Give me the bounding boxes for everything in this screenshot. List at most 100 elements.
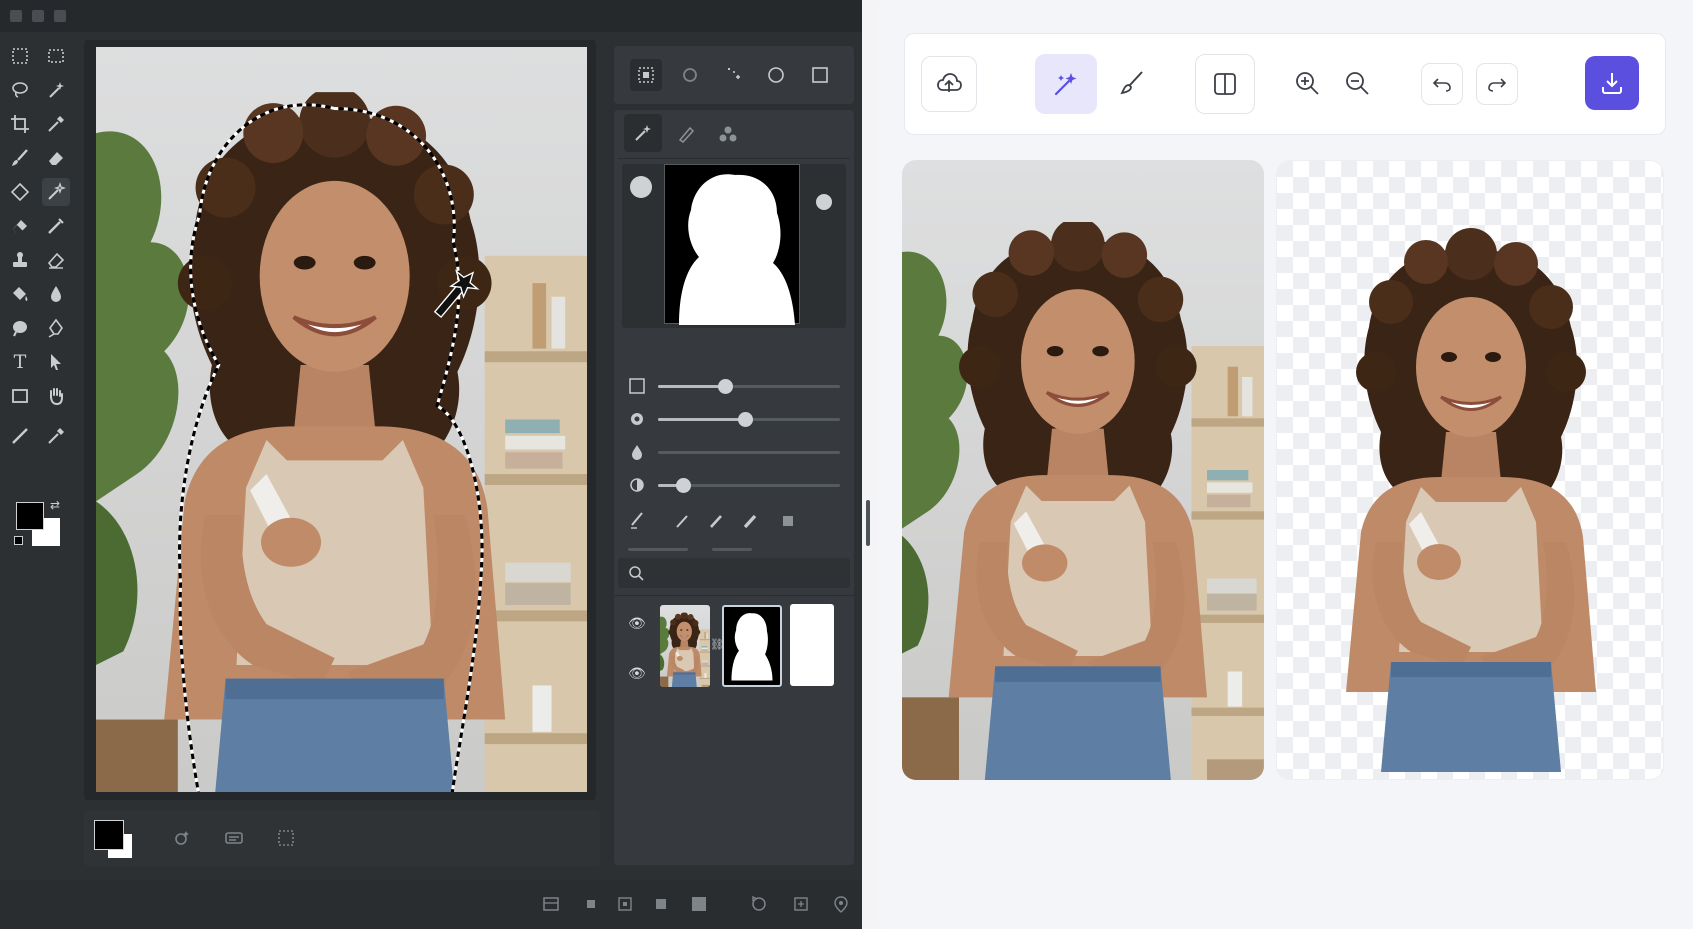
slider-feather[interactable] [628, 441, 840, 463]
zoom-out-button[interactable] [1328, 54, 1386, 112]
default-colors-icon[interactable] [14, 536, 23, 545]
brush-large-icon[interactable] [734, 505, 766, 537]
slider-track[interactable] [658, 379, 840, 394]
bg-eraser-icon[interactable] [42, 246, 70, 274]
window-maximize-button[interactable] [32, 10, 44, 22]
window-minimize-button[interactable] [10, 10, 22, 22]
smooth-icon [628, 410, 646, 428]
refine-sliders-panel [614, 356, 854, 518]
hand-icon[interactable] [42, 382, 70, 410]
lasso-icon[interactable] [6, 76, 34, 104]
wand-icon[interactable] [624, 114, 662, 152]
path-select-icon[interactable] [42, 348, 70, 376]
slider-thumb[interactable] [718, 379, 734, 394]
canvas-image[interactable] [96, 47, 587, 792]
result-image-panel[interactable] [1276, 160, 1664, 780]
color-swatches[interactable]: ⇄ [14, 498, 64, 550]
compare-button[interactable] [1195, 54, 1255, 114]
blur-icon[interactable] [6, 314, 34, 342]
mask-preview-panel [622, 164, 846, 328]
subject-icon[interactable] [712, 118, 744, 150]
refine-edge-icon[interactable] [218, 822, 250, 854]
stamp-icon[interactable] [6, 246, 34, 274]
mask-preview [664, 164, 800, 325]
eraser-alt-icon[interactable] [6, 212, 34, 240]
status-rotate-icon[interactable] [750, 895, 770, 915]
pen-icon[interactable] [42, 314, 70, 342]
magic-select-icon[interactable] [42, 178, 70, 206]
point-select-icon[interactable] [718, 59, 750, 91]
rect-marquee-icon[interactable] [6, 42, 34, 70]
color-sampler-icon[interactable] [42, 422, 70, 450]
mini-color-swatches[interactable] [94, 820, 132, 858]
ellipse-select-icon[interactable] [760, 59, 792, 91]
foreground-color[interactable] [16, 502, 44, 530]
brush-square-icon[interactable] [772, 505, 804, 537]
brush-icon[interactable] [6, 144, 34, 172]
brush-small-icon[interactable] [666, 505, 698, 537]
drop-icon[interactable] [42, 280, 70, 308]
slider-thumb[interactable] [738, 412, 754, 427]
edge-brush-icon[interactable] [622, 503, 654, 535]
rect-select-icon[interactable] [630, 59, 662, 91]
slider-track[interactable] [658, 412, 840, 427]
upload-button[interactable] [921, 56, 977, 112]
redo-button[interactable] [1476, 63, 1518, 105]
select-subject-icon[interactable] [166, 822, 198, 854]
layer-white-thumbnail[interactable] [790, 604, 834, 686]
lasso-select-icon[interactable] [674, 59, 706, 91]
status-small-square-icon[interactable] [582, 895, 602, 915]
crop-icon[interactable] [6, 110, 34, 138]
checkbox-icon[interactable] [628, 377, 646, 395]
slider-thumb[interactable] [676, 478, 692, 493]
refine-brush-icon[interactable] [670, 118, 702, 150]
slider-track[interactable] [658, 451, 840, 454]
slider-contrast[interactable] [628, 474, 840, 496]
type-tool-icon[interactable]: T [6, 348, 34, 376]
layer-visibility-eye-icon[interactable]: 👁 [628, 616, 646, 632]
eyedropper-icon[interactable] [42, 110, 70, 138]
paint-bucket-icon[interactable] [6, 280, 34, 308]
marquee-icon[interactable] [42, 42, 70, 70]
line-icon[interactable] [6, 422, 34, 450]
layers-search-box[interactable] [618, 558, 850, 588]
search-icon [629, 566, 644, 581]
status-bar [0, 880, 862, 929]
mask-preview-right-knob[interactable] [816, 194, 832, 210]
magic-icon [1054, 73, 1077, 96]
undo-button[interactable] [1421, 63, 1463, 105]
status-layers-icon[interactable] [542, 895, 562, 915]
mask-preview-left-knob[interactable] [630, 176, 652, 198]
right-panel-dock: 👁 👁 ⛓ [614, 40, 854, 865]
slider-checkbox[interactable] [628, 375, 840, 397]
status-square-icon[interactable] [652, 895, 672, 915]
original-image-panel[interactable] [902, 160, 1264, 780]
status-location-icon[interactable] [832, 895, 852, 915]
download-button[interactable] [1585, 56, 1639, 110]
square-select-icon[interactable] [804, 59, 836, 91]
status-export-icon[interactable] [792, 895, 812, 915]
transform-selection-icon[interactable] [270, 822, 302, 854]
eraser-icon[interactable] [42, 144, 70, 172]
contrast-icon [628, 476, 646, 494]
window-close-button[interactable] [54, 10, 66, 22]
status-outline-square-icon[interactable] [616, 895, 636, 915]
split-view-handle[interactable] [866, 500, 870, 546]
layer-mask-thumbnail[interactable] [722, 605, 782, 687]
layer-visibility-eye-icon[interactable]: 👁 [628, 666, 646, 682]
swap-colors-icon[interactable]: ⇄ [50, 498, 60, 512]
diamond-icon[interactable] [6, 178, 34, 206]
slider-track[interactable] [658, 478, 840, 493]
layer-photo-thumbnail[interactable] [660, 605, 710, 687]
brush-icon [1120, 71, 1143, 95]
brush-button[interactable] [1103, 54, 1161, 112]
layers-tab-1[interactable] [628, 548, 688, 551]
slider-smooth[interactable] [628, 408, 840, 430]
layers-tab-2[interactable] [712, 548, 752, 551]
ai-remove-button[interactable] [1035, 54, 1097, 114]
magic-wand-icon[interactable] [42, 76, 70, 104]
status-large-square-icon[interactable] [690, 895, 710, 915]
brush-medium-icon[interactable] [700, 505, 732, 537]
smudge-icon[interactable] [42, 212, 70, 240]
rectangle-icon[interactable] [6, 382, 34, 410]
